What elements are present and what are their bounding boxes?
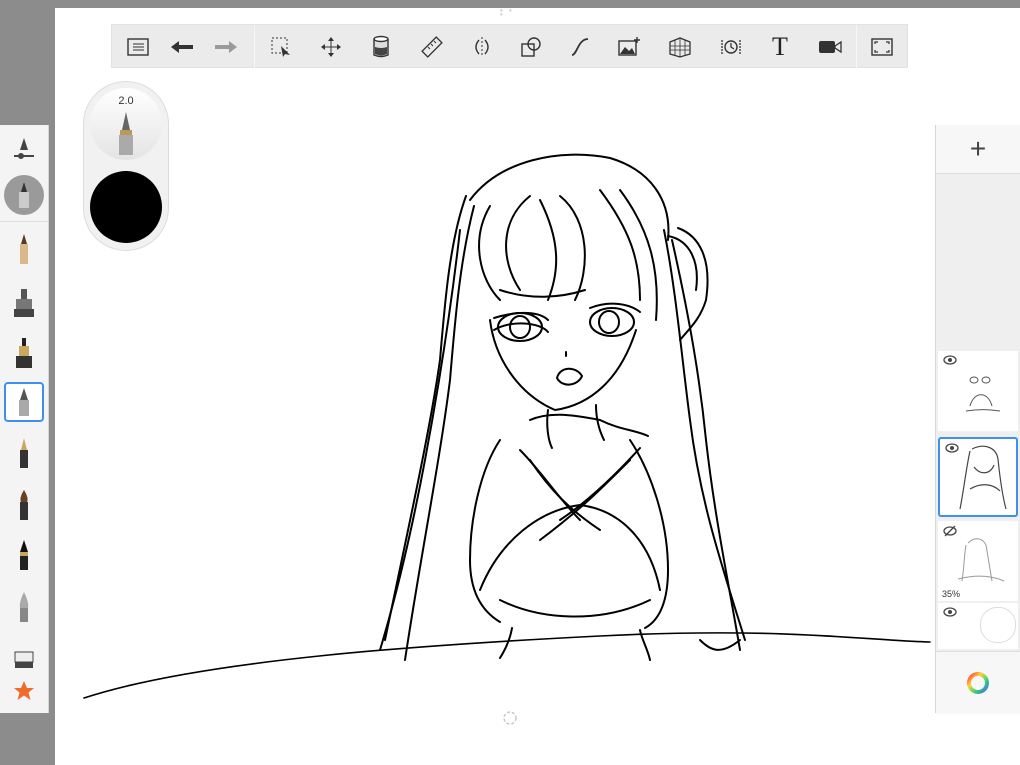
- color-swatch[interactable]: [90, 171, 162, 243]
- paper-preview: [980, 607, 1016, 643]
- favorites-star-icon[interactable]: [4, 671, 44, 711]
- brush-settings-icon[interactable]: [4, 129, 44, 169]
- fill-icon[interactable]: [365, 31, 397, 63]
- pencil-icon[interactable]: [4, 229, 44, 269]
- selection-icon[interactable]: [265, 31, 297, 63]
- ballpoint-pen-icon[interactable]: [4, 382, 44, 422]
- airbrush-icon[interactable]: [4, 535, 44, 575]
- layer-opacity: 35%: [942, 589, 961, 599]
- transform-icon[interactable]: [315, 31, 347, 63]
- menu-icon[interactable]: [122, 31, 154, 63]
- text-icon[interactable]: T: [764, 31, 796, 63]
- rotate-canvas-icon[interactable]: [502, 710, 518, 726]
- redo-icon[interactable]: [210, 31, 242, 63]
- layer-preview: [965, 376, 1001, 412]
- color-editor-button[interactable]: [936, 651, 1020, 714]
- brush-size-control[interactable]: 2.0: [90, 88, 162, 160]
- layer-thumbnail-3[interactable]: 35%: [938, 521, 1018, 601]
- color-wheel-icon: [967, 672, 989, 694]
- drawing-canvas[interactable]: [55, 8, 1020, 765]
- brush-size-value: 2.0: [118, 95, 134, 107]
- sketch-drawing: [83, 153, 931, 699]
- undo-icon[interactable]: [166, 31, 198, 63]
- layer-preview: [957, 538, 1005, 582]
- layer-thumbnail-1[interactable]: [938, 351, 1018, 431]
- layer-thumbnail-2[interactable]: [938, 437, 1018, 517]
- symmetry-icon[interactable]: [466, 31, 498, 63]
- layer-thumbnail-4[interactable]: [938, 603, 1018, 649]
- time-lapse-icon[interactable]: [715, 31, 747, 63]
- ink-pen-icon[interactable]: [4, 333, 44, 373]
- marker-icon[interactable]: [4, 283, 44, 323]
- top-toolbar: T: [111, 24, 908, 69]
- brush-panel: [0, 125, 49, 713]
- current-brush-icon[interactable]: [4, 175, 44, 215]
- add-layer-button[interactable]: +: [936, 125, 1020, 174]
- ruler-icon[interactable]: [416, 31, 448, 63]
- shapes-icon[interactable]: [515, 31, 547, 63]
- layer-preview: [959, 445, 1007, 510]
- perspective-icon[interactable]: [664, 31, 696, 63]
- fullscreen-icon[interactable]: [866, 31, 898, 63]
- video-icon[interactable]: [814, 31, 846, 63]
- brush-puck[interactable]: 2.0: [84, 82, 168, 250]
- brush-tip-icon: [119, 112, 133, 155]
- drag-handle[interactable]: • • •: [500, 7, 522, 19]
- paint-brush-icon[interactable]: [4, 485, 44, 525]
- add-image-icon[interactable]: [613, 31, 645, 63]
- fountain-pen-icon[interactable]: [4, 433, 44, 473]
- smudge-icon[interactable]: [4, 587, 44, 627]
- curve-icon[interactable]: [564, 31, 596, 63]
- eye-icon[interactable]: [943, 607, 957, 617]
- layer-panel: + 35%: [935, 125, 1020, 714]
